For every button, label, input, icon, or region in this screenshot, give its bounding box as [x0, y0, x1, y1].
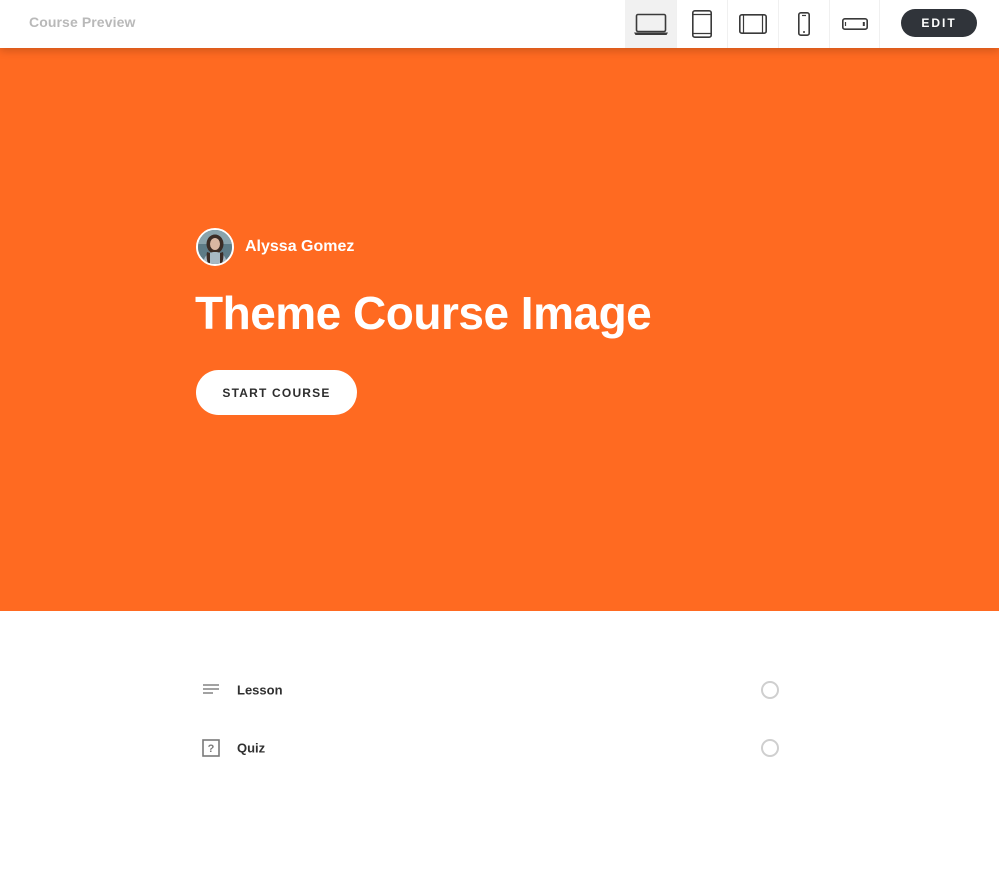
device-desktop-button[interactable] — [625, 0, 676, 48]
quiz-question-icon: ? — [201, 738, 221, 758]
outline-item-label: Lesson — [237, 682, 283, 698]
phone-portrait-icon — [797, 11, 811, 37]
tablet-landscape-icon — [738, 13, 768, 35]
start-course-button[interactable]: START COURSE — [196, 370, 357, 415]
device-phone-landscape-button[interactable] — [829, 0, 880, 48]
outline-item-label: Quiz — [237, 740, 266, 756]
device-switcher — [625, 0, 880, 48]
device-tablet-portrait-button[interactable] — [676, 0, 727, 48]
course-outline: Lesson ? Quiz — [196, 661, 784, 777]
outline-item-quiz[interactable]: ? Quiz — [196, 719, 784, 777]
phone-landscape-icon — [841, 16, 869, 32]
author-info: Alyssa Gomez — [196, 228, 354, 266]
author-name: Alyssa Gomez — [245, 238, 355, 255]
tablet-portrait-icon — [691, 9, 713, 39]
device-tablet-landscape-button[interactable] — [727, 0, 778, 48]
completion-status-circle — [761, 739, 779, 757]
lesson-lines-icon — [201, 680, 221, 700]
edit-button[interactable]: EDIT — [901, 9, 977, 37]
laptop-icon — [633, 12, 669, 36]
preview-title: Course Preview — [29, 14, 136, 30]
course-hero: Alyssa Gomez Theme Course Image START CO… — [0, 48, 999, 611]
course-title: Theme Course Image — [195, 287, 652, 339]
svg-text:?: ? — [208, 743, 215, 755]
avatar — [196, 228, 234, 266]
device-phone-portrait-button[interactable] — [778, 0, 829, 48]
preview-toolbar: Course Preview EDIT — [0, 0, 999, 48]
completion-status-circle — [761, 681, 779, 699]
outline-item-lesson[interactable]: Lesson — [196, 661, 784, 719]
